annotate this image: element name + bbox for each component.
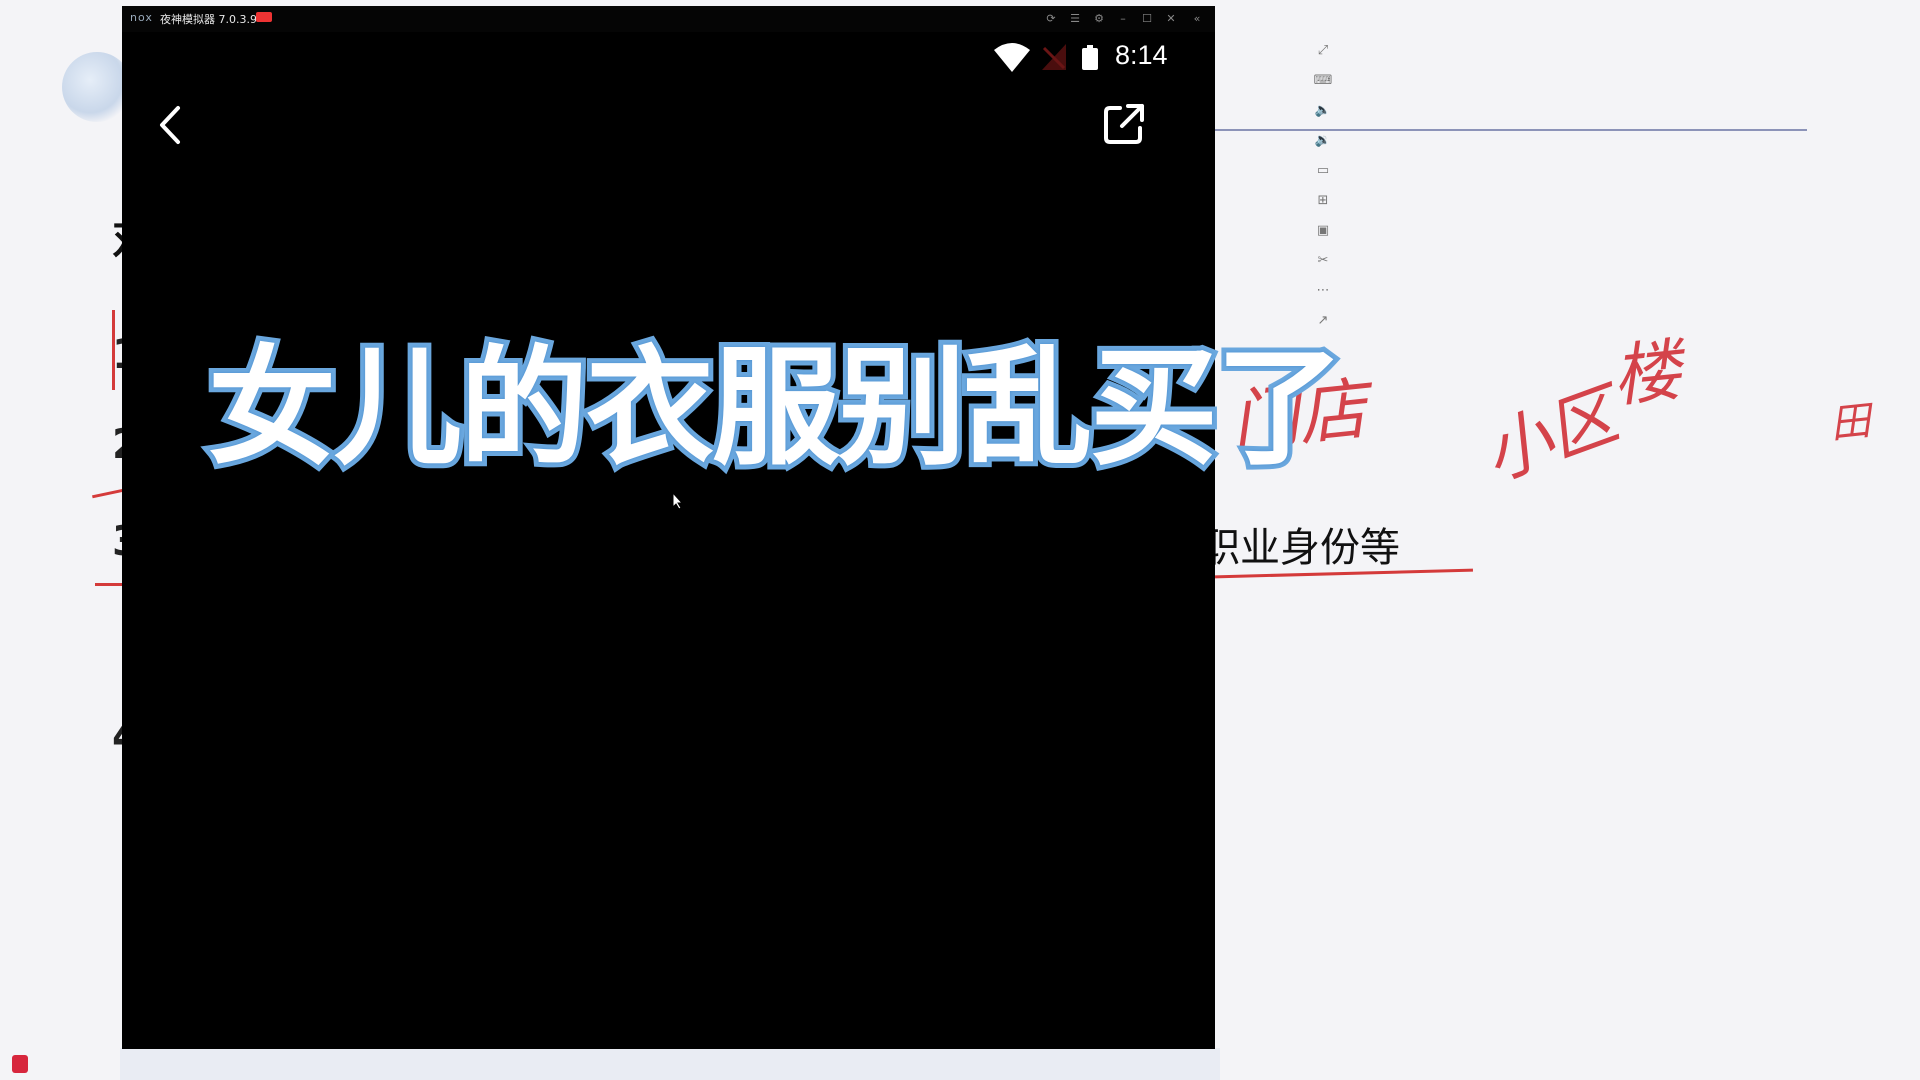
- mouse-cursor-icon: [672, 492, 684, 510]
- more-icon[interactable]: ⋯: [1310, 280, 1336, 302]
- volume-up-icon[interactable]: 🔈: [1310, 100, 1336, 122]
- fullscreen-icon[interactable]: ⤢: [1310, 40, 1336, 62]
- record-badge-icon[interactable]: [256, 12, 272, 22]
- share-window-icon[interactable]: ↗: [1310, 310, 1336, 332]
- red-bracket-left: [112, 310, 115, 390]
- screen-icon[interactable]: ▭: [1310, 160, 1336, 182]
- annotation-community: 小区: [1472, 375, 1628, 497]
- scissors-icon[interactable]: ✂: [1310, 250, 1336, 272]
- gear-icon[interactable]: ⚙: [1090, 10, 1108, 28]
- emulator-window: nox 夜神模拟器 7.0.3.9 ⟳ ☰ ⚙ – ☐ ✕ « 8:14 女儿的…: [122, 6, 1349, 1049]
- battery-icon: [1082, 45, 1098, 70]
- share-button[interactable]: [1102, 102, 1146, 146]
- screenshot-icon[interactable]: ▣: [1310, 220, 1336, 242]
- red-stroke-left: [92, 488, 124, 499]
- minimize-icon[interactable]: –: [1114, 10, 1132, 28]
- wifi-icon: [994, 43, 1030, 72]
- recorder-icon[interactable]: [12, 1055, 28, 1073]
- maximize-icon[interactable]: ☐: [1138, 10, 1156, 28]
- slide-body-text: 职业身份等: [1200, 525, 1400, 571]
- emulator-title: 夜神模拟器 7.0.3.9: [160, 13, 257, 26]
- emulator-toolbar: ⤢ ⌨ 🔈 🔉 ▭ ⊞ ▣ ✂ ⋯ ↗: [1310, 40, 1336, 340]
- menu-icon[interactable]: ☰: [1066, 10, 1084, 28]
- annotation-building: 楼: [1608, 331, 1685, 418]
- slide-divider: [1215, 129, 1807, 131]
- keyboard-icon[interactable]: ⌨: [1310, 70, 1336, 92]
- video-title: 女儿的衣服别乱买了: [203, 329, 1349, 488]
- nox-logo: nox: [130, 11, 153, 24]
- install-apk-icon[interactable]: ⊞: [1310, 190, 1336, 212]
- close-icon[interactable]: ✕: [1162, 10, 1180, 28]
- annotation-field: 田: [1828, 398, 1873, 448]
- collapse-icon[interactable]: «: [1188, 10, 1206, 28]
- settings-icon[interactable]: ⟳: [1042, 10, 1060, 28]
- back-button[interactable]: [152, 102, 192, 148]
- bottom-strip: [120, 1048, 1220, 1080]
- emulator-titlebar[interactable]: nox 夜神模拟器 7.0.3.9 ⟳ ☰ ⚙ – ☐ ✕ «: [122, 6, 1215, 32]
- status-time: 8:14: [1115, 40, 1168, 70]
- volume-down-icon[interactable]: 🔉: [1310, 130, 1336, 152]
- no-signal-icon: [1042, 44, 1066, 70]
